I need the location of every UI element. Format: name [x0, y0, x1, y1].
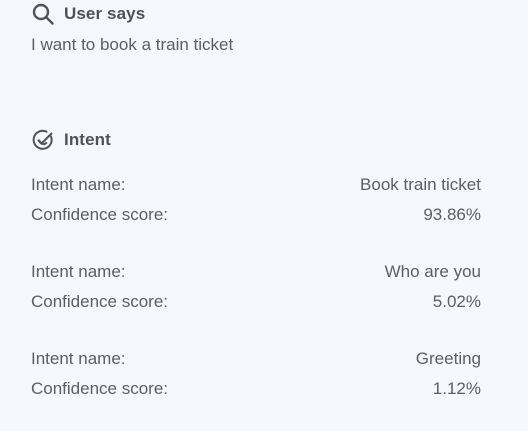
confidence-score-row: Confidence score: 93.86%: [31, 200, 481, 230]
confidence-score-label: Confidence score:: [31, 292, 169, 311]
intent-item: Intent name: Book train ticket Confidenc…: [31, 170, 481, 230]
user-says-header: User says: [31, 2, 145, 26]
confidence-score-row: Confidence score: 5.02%: [31, 287, 481, 317]
intent-title: Intent: [64, 130, 111, 149]
intent-name-label: Intent name:: [31, 175, 126, 194]
intent-list: Intent name: Book train ticket Confidenc…: [31, 170, 481, 431]
intent-name-value: Book train ticket: [360, 175, 481, 194]
user-says-title: User says: [64, 4, 146, 23]
intent-item: Intent name: Who are you Confidence scor…: [31, 257, 481, 317]
confidence-score-row: Confidence score: 1.12%: [31, 374, 481, 404]
confidence-score-value: 5.02%: [432, 292, 481, 311]
confidence-score-value: 1.12%: [432, 379, 481, 398]
search-icon: [31, 2, 55, 26]
check-badge-icon: [31, 128, 55, 152]
confidence-score-label: Confidence score:: [31, 379, 169, 398]
intent-name-row: Intent name: Who are you: [31, 257, 481, 287]
intent-name-value: Greeting: [415, 349, 481, 368]
confidence-score-label: Confidence score:: [31, 205, 169, 224]
intent-analysis-panel: User says I want to book a train ticket …: [0, 0, 528, 412]
intent-name-label: Intent name:: [31, 262, 126, 281]
confidence-score-value: 93.86%: [423, 205, 481, 224]
intent-name-label: Intent name:: [31, 349, 126, 368]
intent-header: Intent: [31, 128, 111, 152]
intent-name-row: Intent name: Greeting: [31, 344, 481, 374]
intent-name-value: Who are you: [384, 262, 481, 281]
intent-name-row: Intent name: Book train ticket: [31, 170, 481, 200]
intent-item: Intent name: Greeting Confidence score: …: [31, 344, 481, 404]
user-utterance: I want to book a train ticket: [31, 35, 234, 54]
